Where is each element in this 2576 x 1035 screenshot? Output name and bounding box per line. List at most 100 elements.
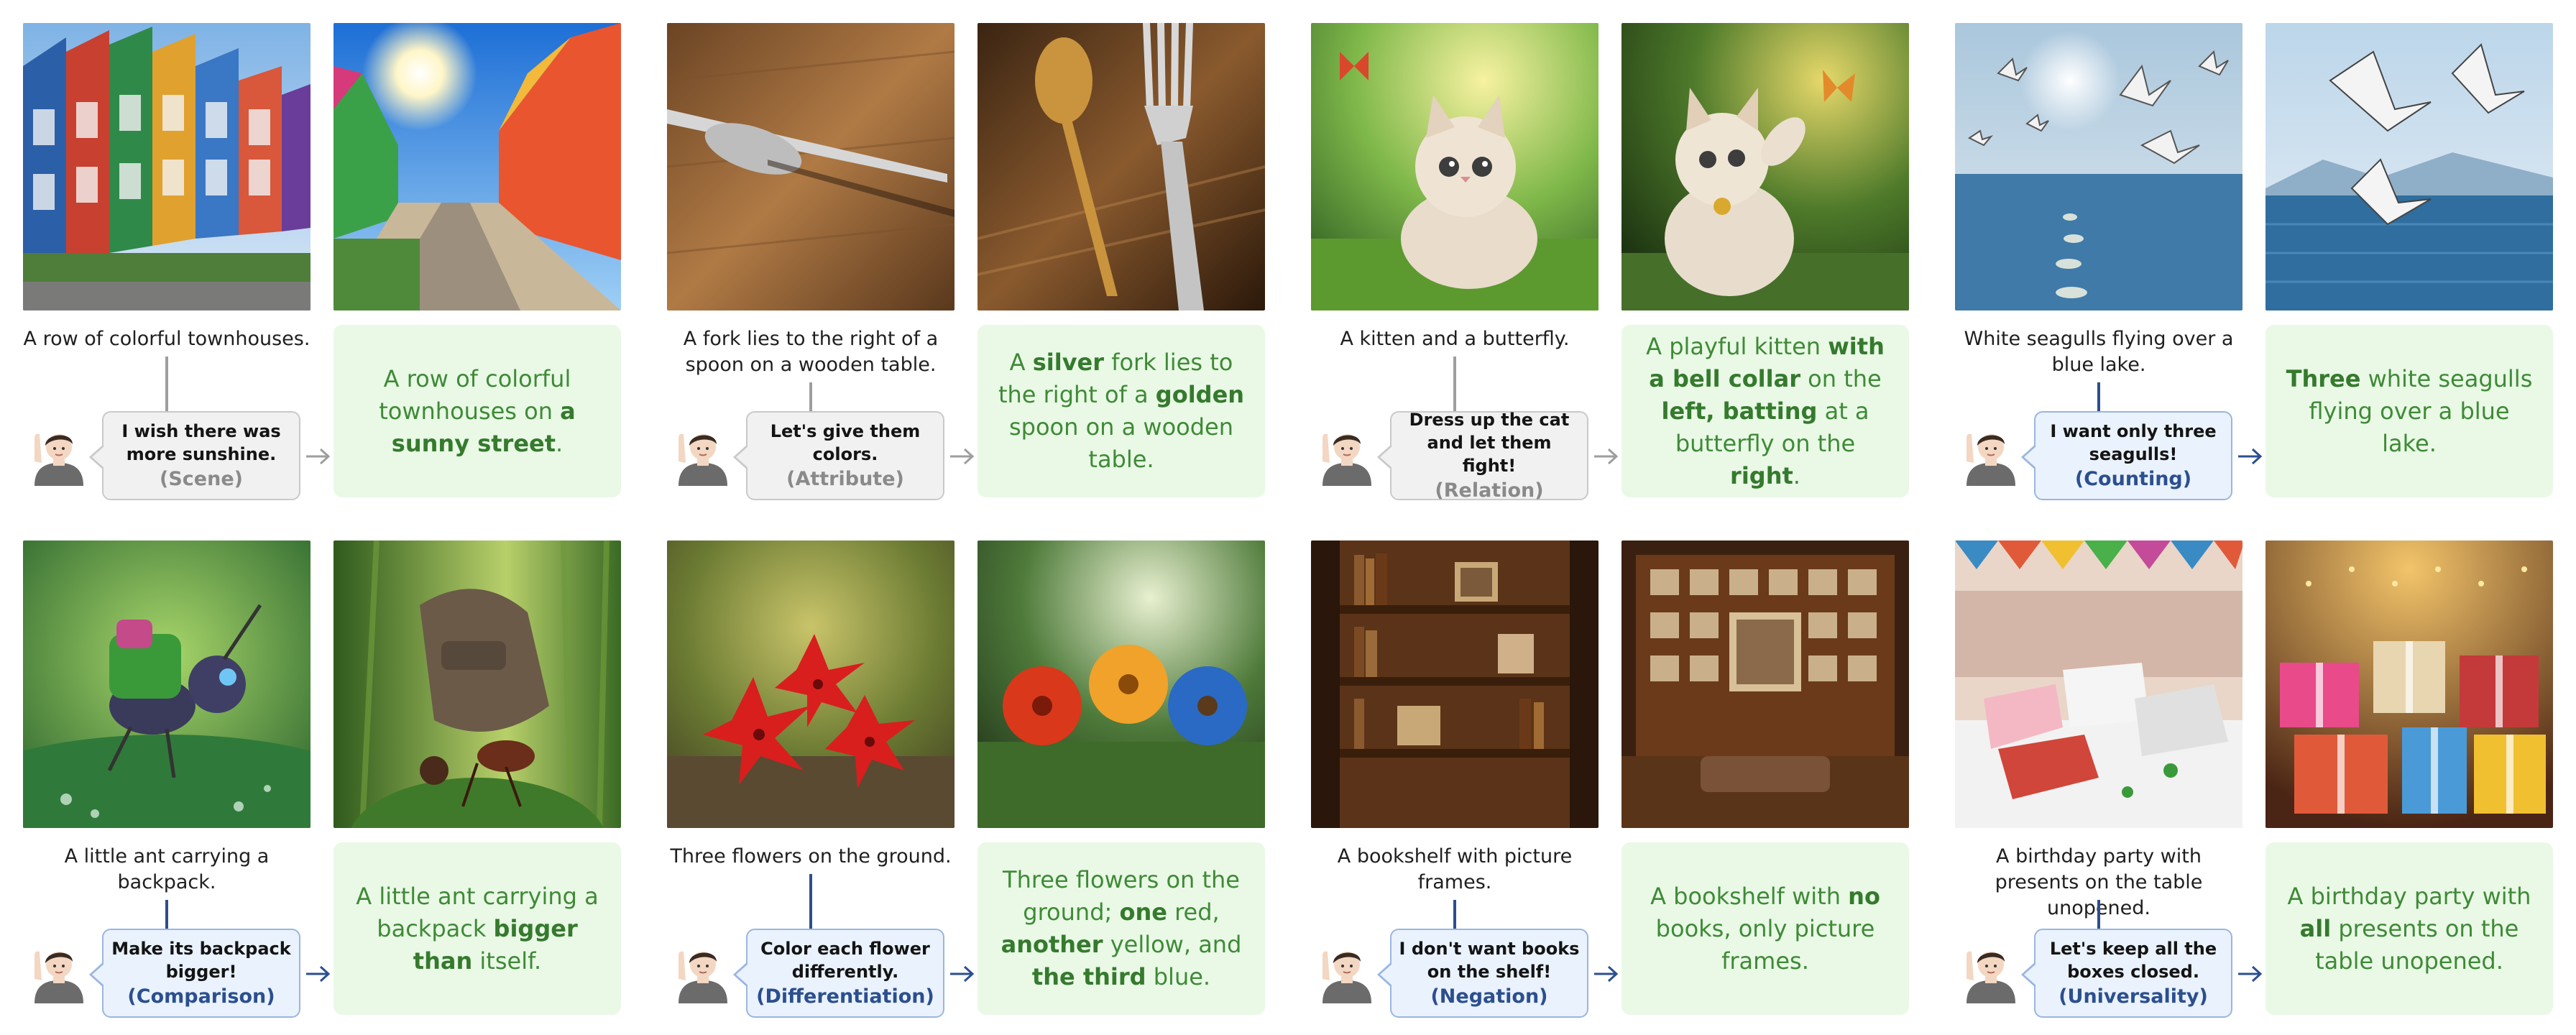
edited-prompt-text: Three white seagulls flying over a blue …	[2281, 363, 2537, 460]
category-tag: (Universality)	[2058, 985, 2208, 1008]
bubble-line: I wish there was	[121, 421, 281, 441]
connector-line	[809, 382, 812, 411]
connector-line	[165, 900, 168, 929]
panel-comparison: A little ant carrying a backpack. Make i…	[23, 540, 641, 1029]
edited-prompt: A little ant carrying a backpack bigger …	[334, 842, 621, 1015]
arrow-right-icon	[949, 447, 975, 466]
bubble-line: colors.	[812, 444, 878, 464]
panel-counting: White seagulls flying over a blue lake. …	[1955, 23, 2573, 512]
bookshelf-original-image	[1311, 540, 1598, 828]
prompt-text: presents on the table unopened.	[2315, 914, 2519, 975]
emphasis-text: golden	[1155, 381, 1245, 408]
bubble-line: differently.	[791, 962, 899, 982]
arrow-right-icon	[949, 965, 975, 983]
edited-prompt: A silver fork lies to the right of a gol…	[978, 325, 1265, 497]
bubble-line: I want only three	[2050, 421, 2217, 441]
fork-spoon-edited-image	[978, 23, 1265, 310]
emphasis-text: one	[1119, 898, 1167, 926]
user-request-bubble: I want only three seagulls! (Counting)	[2021, 411, 2232, 500]
emphasis-text: right	[1730, 461, 1793, 489]
prompt-text: .	[556, 429, 564, 457]
edited-prompt-text: A little ant carrying a backpack bigger …	[349, 880, 605, 978]
townhouses-original-image	[23, 23, 310, 310]
category-tag: (Comparison)	[127, 985, 275, 1008]
edited-prompt: Three white seagulls flying over a blue …	[2266, 325, 2553, 497]
arrow-right-icon	[1593, 965, 1619, 983]
flowers-original-image	[667, 540, 954, 828]
ant-edited-image	[334, 540, 621, 828]
user-request-bubble: I wish there was more sunshine. (Scene)	[89, 411, 300, 500]
birthday-party-edited-image	[2266, 540, 2553, 828]
user-avatar-icon	[1320, 426, 1374, 486]
emphasis-text: left, batting	[1661, 397, 1818, 425]
edited-prompt-text: A birthday party with all presents on th…	[2281, 880, 2537, 978]
emphasis-text: the third	[1031, 963, 1146, 990]
category-tag: (Negation)	[1430, 985, 1548, 1008]
bubble-line: Color each flower	[760, 939, 930, 959]
emphasis-text: no	[1848, 882, 1880, 910]
arrow-right-icon	[1593, 447, 1619, 466]
bookshelf-edited-image	[1622, 540, 1909, 828]
prompt-text: books, only picture frames.	[1655, 914, 1875, 975]
prompt-text: A playful kitten	[1646, 332, 1828, 360]
connector-line	[1453, 356, 1456, 411]
user-request-bubble: Let's give them colors. (Attribute)	[733, 411, 944, 500]
fork-spoon-original-image	[667, 23, 954, 310]
edited-prompt: A birthday party with all presents on th…	[2266, 842, 2553, 1015]
prompt-text: spoon on a wooden table.	[1008, 413, 1233, 473]
bubble-line: and let them fight!	[1427, 433, 1552, 476]
emphasis-text: Three	[2286, 364, 2361, 392]
bubble-line: Let's give them	[770, 421, 921, 441]
ant-original-image	[23, 540, 310, 828]
user-request-bubble: Color each flower differently. (Differen…	[733, 929, 944, 1018]
user-request-bubble: Make its backpack bigger! (Comparison)	[89, 929, 300, 1018]
connector-line	[2097, 382, 2100, 411]
category-tag: (Attribute)	[786, 468, 904, 490]
category-tag: (Counting)	[2074, 468, 2192, 490]
panel-negation: A bookshelf with picture frames. I don't…	[1311, 540, 1929, 1029]
original-prompt: A kitten and a butterfly.	[1340, 328, 1570, 350]
connector-line	[1453, 900, 1456, 929]
bubble-line: on the shelf!	[1427, 962, 1552, 982]
category-tag: (Scene)	[160, 468, 243, 490]
arrow-right-icon	[305, 447, 331, 466]
emphasis-text: silver	[1032, 349, 1105, 376]
seagulls-edited-image	[2266, 23, 2553, 310]
emphasis-text: another	[1000, 931, 1103, 958]
edited-prompt: A bookshelf with no books, only picture …	[1622, 842, 1909, 1015]
bubble-line: bigger!	[165, 962, 237, 982]
kitten-butterfly-original-image	[1311, 23, 1598, 310]
prompt-text: on the	[1800, 364, 1882, 392]
flowers-edited-image	[978, 540, 1265, 828]
panel-differentiation: Three flowers on the ground. Color each …	[667, 540, 1285, 1029]
panel-universality: A birthday party with presents on the ta…	[1955, 540, 2573, 1029]
original-prompt: White seagulls flying over a blue lake.	[1964, 328, 2234, 376]
original-prompt: A little ant carrying a backpack.	[64, 845, 270, 893]
category-tag: (Differentiation)	[756, 985, 934, 1008]
user-request-bubble: Dress up the cat and let them fight! (Re…	[1377, 410, 1588, 502]
panel-attribute: A fork lies to the right of a spoon on a…	[667, 23, 1285, 512]
original-prompt: A fork lies to the right of a spoon on a…	[683, 328, 939, 376]
edited-prompt-text: A playful kitten with a bell collar on t…	[1637, 331, 1893, 492]
connector-line	[165, 356, 168, 411]
panel-relation: A kitten and a butterfly. Dress up the c…	[1311, 23, 1929, 512]
user-request-bubble: Let's keep all the boxes closed. (Univer…	[2021, 929, 2232, 1018]
user-avatar-icon	[32, 943, 86, 1003]
bubble-line: I don't want books	[1399, 939, 1580, 959]
user-avatar-icon	[1320, 943, 1374, 1003]
bubble-line: Make its backpack	[111, 939, 291, 959]
bubble-line: boxes closed.	[2067, 962, 2199, 982]
arrow-right-icon	[2237, 447, 2263, 466]
bubble-line: Dress up the cat	[1409, 410, 1570, 430]
prompt-text: red,	[1167, 898, 1220, 926]
user-avatar-icon	[676, 426, 730, 486]
prompt-text: A	[1009, 349, 1033, 376]
edited-prompt-text: A row of colorful townhouses on a sunny …	[349, 363, 605, 460]
prompt-text: blue.	[1146, 963, 1211, 990]
edited-prompt-text: A bookshelf with no books, only picture …	[1637, 880, 1893, 978]
connector-line	[2097, 900, 2100, 929]
original-prompt: A row of colorful townhouses.	[23, 328, 310, 350]
category-tag: (Relation)	[1435, 479, 1544, 502]
edited-prompt: A playful kitten with a bell collar on t…	[1622, 325, 1909, 497]
user-request-bubble: I don't want books on the shelf! (Negati…	[1377, 929, 1588, 1018]
